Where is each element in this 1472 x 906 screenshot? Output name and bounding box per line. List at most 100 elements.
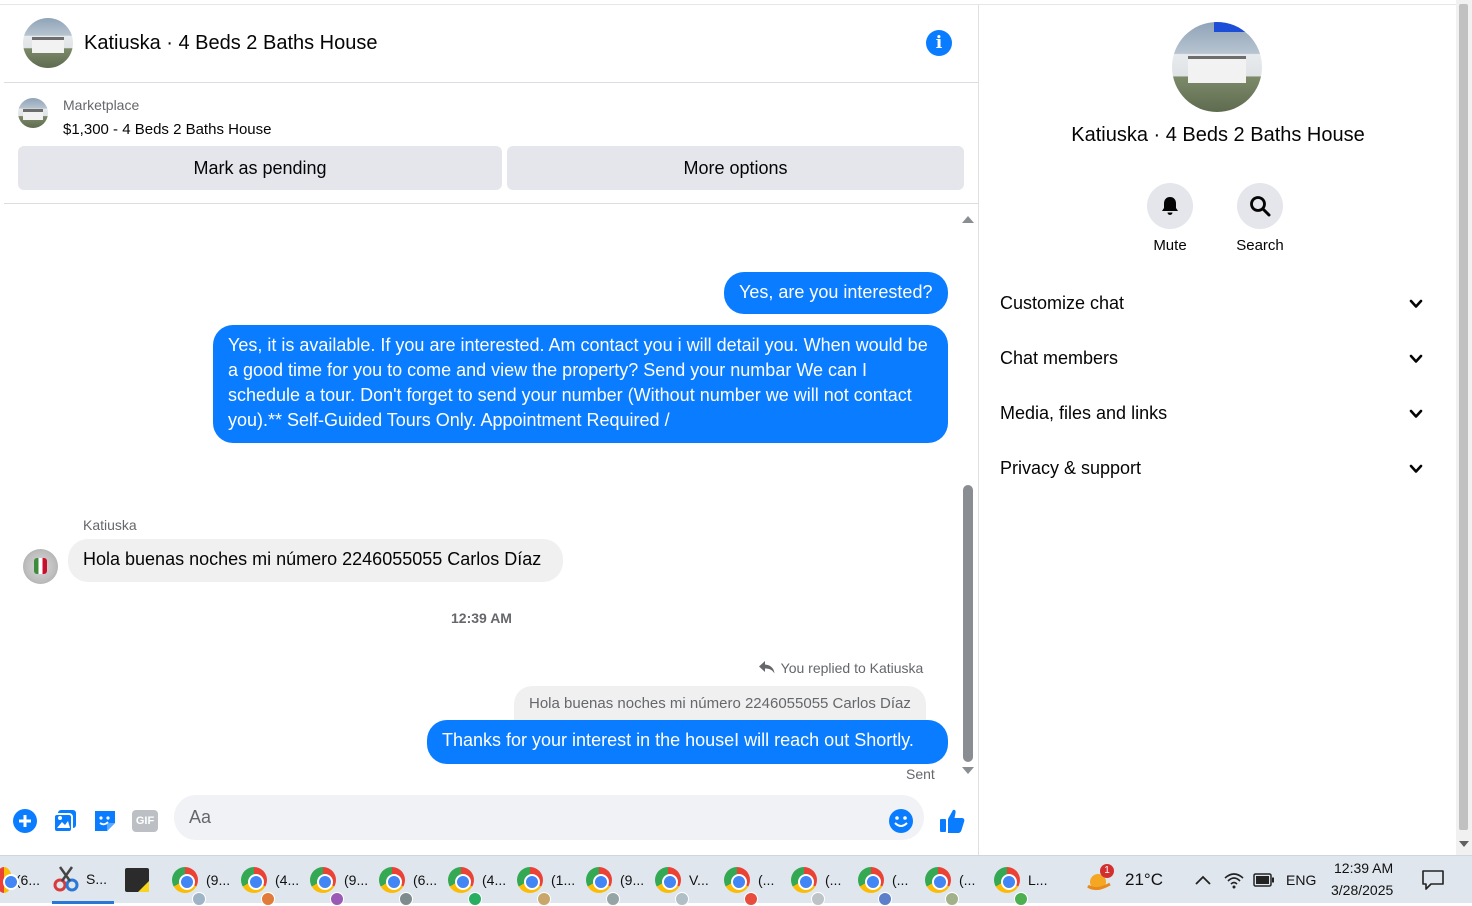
chrome-icon [724,867,758,906]
taskbar-app-label: (... [825,872,842,888]
chrome-icon [655,867,689,906]
taskbar-chrome-window[interactable]: (... [923,856,989,906]
chevron-down-icon [1409,464,1423,473]
section-label: Chat members [1000,348,1119,368]
section-chat-members[interactable]: Chat members [990,338,1440,382]
taskbar-chrome-window[interactable]: L... [992,856,1050,906]
taskbar: (6... S... (9... (4... (9... (6... (4...… [0,855,1472,906]
gif-icon[interactable]: GIF [132,808,158,834]
message-scrollbar[interactable] [959,210,976,780]
message-incoming[interactable]: Hola buenas noches mi número 2246055055 … [68,539,563,582]
more-options-button[interactable]: More options [507,146,964,190]
wifi-icon[interactable] [1224,871,1244,889]
taskbar-app-label: (... [758,872,775,888]
taskbar-app-label: (9... [344,872,369,888]
message-outgoing[interactable]: Yes, are you interested? [724,272,948,314]
mark-as-pending-button[interactable]: Mark as pending [18,146,502,190]
message-timestamp: 12:39 AM [451,610,512,626]
taskbar-chrome-window[interactable]: (4... [446,856,512,906]
search-icon [1250,196,1271,217]
taskbar-chrome-window[interactable]: (4... [239,856,305,906]
composer: GIF [4,788,979,855]
battery-icon[interactable] [1253,873,1275,887]
taskbar-app-label: S... [86,870,108,887]
search-label: Search [1236,237,1284,254]
chrome-icon [586,867,620,906]
sticker-icon[interactable] [92,808,118,834]
page-scrollbar[interactable] [1456,0,1472,855]
scissors-icon [53,865,79,891]
clock-time[interactable]: 12:39 AM [1334,860,1393,876]
chrome-icon [517,867,551,906]
listing-banner: Marketplace $1,300 - 4 Beds 2 Baths Hous… [4,84,979,204]
reply-indicator-text: You replied to Katiuska [780,660,924,676]
mute-button[interactable] [1147,183,1193,229]
photo-icon[interactable] [52,808,78,834]
message-input[interactable] [174,795,924,840]
taskbar-chrome-window[interactable]: (... [856,856,922,906]
info-icon[interactable]: i [926,30,952,56]
thumbs-up-icon[interactable] [937,806,967,836]
chat-header: Katiuska · 4 Beds 2 Baths House i [4,5,979,83]
chrome-icon [379,867,413,906]
chevron-down-icon [1409,409,1423,418]
clock-date[interactable]: 3/28/2025 [1331,882,1393,898]
taskbar-app-sticky[interactable] [124,856,158,904]
gif-label: GIF [132,810,158,832]
chat-details-panel: Katiuska · 4 Beds 2 Baths House Mute Sea… [980,5,1456,855]
listing-title[interactable]: $1,300 - 4 Beds 2 Baths House [63,121,271,138]
weather-temperature[interactable]: 21°C [1125,870,1163,890]
chrome-icon [172,867,206,906]
chrome-icon [791,867,825,906]
chat-panel: Katiuska · 4 Beds 2 Baths House i Market… [4,5,979,855]
chrome-icon [310,867,344,906]
scroll-up-arrow-icon[interactable] [962,216,974,223]
taskbar-app-label: V... [689,872,709,888]
profile-avatar[interactable] [1172,22,1262,112]
chat-title[interactable]: Katiuska · 4 Beds 2 Baths House [84,32,378,55]
listing-avatar[interactable] [23,18,73,68]
message-list: Yes, are you interested? Yes, it is avai… [4,210,979,788]
taskbar-app-label: (1... [551,872,576,888]
chrome-icon [858,867,892,906]
taskbar-chrome-window[interactable]: (6... [377,856,443,906]
taskbar-chrome-window[interactable]: (9... [584,856,650,906]
notifications-icon[interactable] [1422,870,1444,890]
chrome-icon [925,867,959,906]
taskbar-chrome-window[interactable]: (9... [308,856,374,906]
taskbar-app[interactable]: (6... [0,856,40,904]
sticky-note-icon [125,868,149,892]
section-media-files-links[interactable]: Media, files and links [990,393,1440,437]
taskbar-chrome-window[interactable]: (... [722,856,788,906]
page-scroll-down-icon[interactable] [1459,841,1469,847]
sign-shape [1214,22,1254,32]
search-button[interactable] [1237,183,1283,229]
page-scroll-thumb[interactable] [1459,4,1468,830]
section-label: Privacy & support [1000,458,1142,478]
language-indicator[interactable]: ENG [1286,872,1316,888]
taskbar-chrome-window[interactable]: (... [789,856,855,906]
taskbar-chrome-window[interactable]: V... [653,856,719,906]
taskbar-app-label: L... [1028,872,1048,888]
emoji-icon[interactable] [888,808,914,834]
section-label: Media, files and links [1000,403,1168,423]
scroll-thumb[interactable] [963,485,973,762]
scroll-down-arrow-icon[interactable] [962,767,974,774]
add-icon[interactable] [12,808,38,834]
message-outgoing-reply[interactable]: Thanks for your interest in the houseI w… [427,720,948,764]
taskbar-chrome-window[interactable]: (1... [515,856,581,906]
profile-title: Katiuska · 4 Beds 2 Baths House [1071,124,1365,146]
taskbar-app-label: (6... [413,872,438,888]
chevron-up-icon[interactable] [1194,874,1212,886]
taskbar-chrome-window[interactable]: (9... [170,856,236,906]
weather-widget[interactable]: 1 [1086,864,1114,892]
section-customize-chat[interactable]: Customize chat [990,283,1440,327]
weather-badge: 1 [1100,864,1114,878]
listing-thumbnail[interactable] [18,98,48,128]
taskbar-app-label: (9... [620,872,645,888]
chevron-down-icon [1409,354,1423,363]
message-outgoing[interactable]: Yes, it is available. If you are interes… [213,325,948,443]
taskbar-app-snipping[interactable]: S... [52,856,114,904]
sender-avatar[interactable] [23,549,58,584]
section-privacy-support[interactable]: Privacy & support [990,448,1440,492]
